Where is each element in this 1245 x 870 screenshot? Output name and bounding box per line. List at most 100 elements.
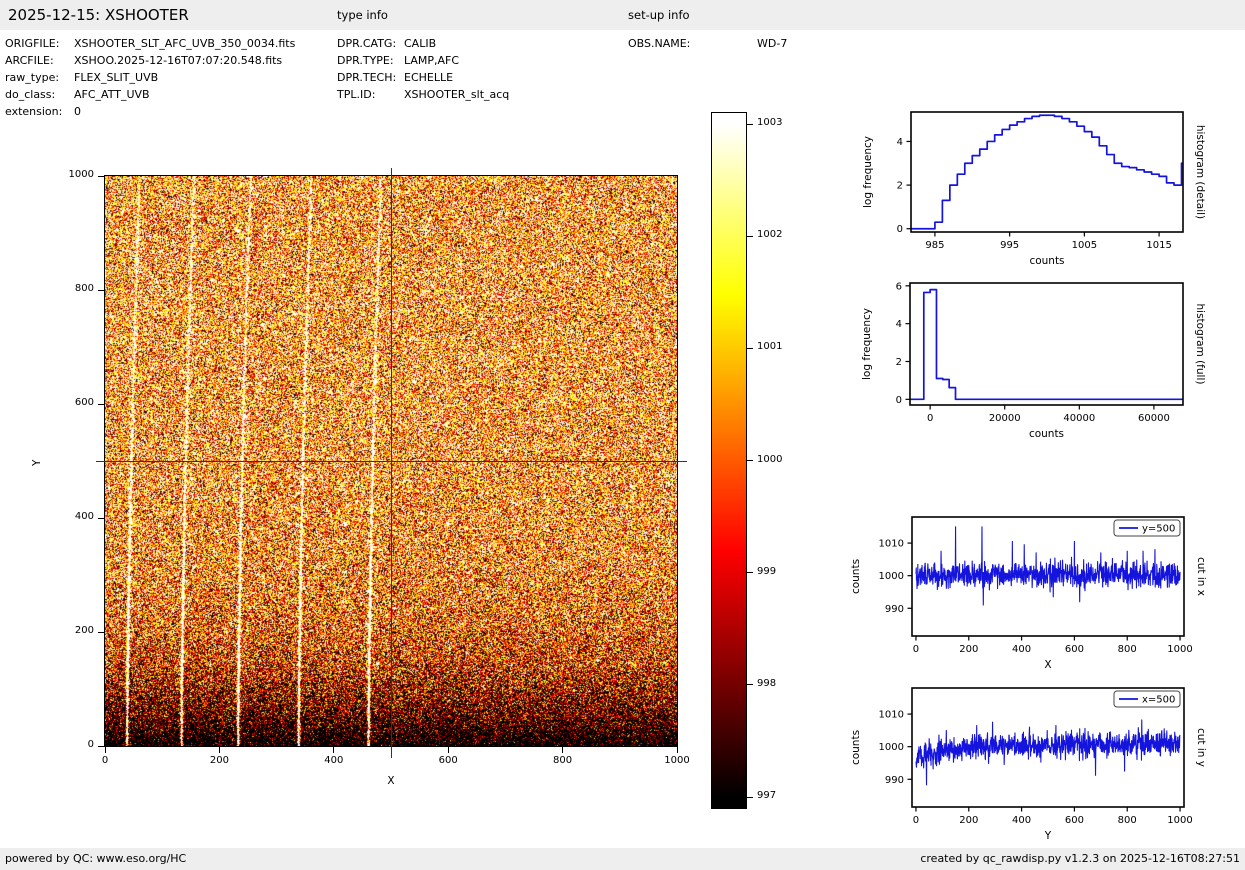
- svg-text:cut in y: cut in y: [1195, 728, 1207, 767]
- svg-text:600: 600: [1065, 644, 1084, 655]
- main-y-tick: [98, 632, 104, 633]
- svg-text:20000: 20000: [989, 413, 1021, 424]
- metadata-label: raw_type:: [5, 69, 59, 86]
- svg-text:200: 200: [959, 815, 978, 826]
- section-header-setup-info: set-up info: [628, 0, 690, 30]
- colorbar: [711, 112, 747, 809]
- svg-text:Y: Y: [1044, 830, 1052, 842]
- metadata-value: XSHOO.2025-12-16T07:07:20.548.fits: [74, 52, 282, 69]
- svg-text:600: 600: [1065, 815, 1084, 826]
- svg-text:200: 200: [959, 644, 978, 655]
- footer-bar: powered by QC: www.eso.org/HC created by…: [0, 848, 1245, 870]
- svg-text:1000: 1000: [879, 571, 904, 582]
- svg-text:1000: 1000: [1167, 815, 1192, 826]
- main-x-tick-label: 400: [314, 755, 354, 766]
- main-xaxis-label: X: [105, 775, 677, 787]
- section-header-type-info: type info: [337, 0, 388, 30]
- metadata-value: ECHELLE: [404, 69, 453, 86]
- main-y-tick: [98, 518, 104, 519]
- colorbar-tick: [747, 348, 753, 349]
- main-x-tick: [562, 747, 563, 753]
- main-x-tick-label: 0: [85, 755, 125, 766]
- svg-text:X: X: [1044, 659, 1051, 671]
- metadata-value: AFC_ATT_UVB: [74, 86, 150, 103]
- svg-text:histogram (full): histogram (full): [1194, 304, 1206, 385]
- svg-text:counts: counts: [850, 559, 862, 594]
- svg-text:800: 800: [1118, 815, 1137, 826]
- svg-text:995: 995: [1000, 240, 1019, 251]
- main-x-tick-label: 200: [199, 755, 239, 766]
- svg-text:1000: 1000: [1167, 644, 1192, 655]
- svg-text:0: 0: [913, 815, 919, 826]
- metadata-value: LAMP,AFC: [404, 52, 459, 69]
- svg-text:990: 990: [885, 604, 904, 615]
- colorbar-tick-label: 1002: [757, 229, 782, 240]
- svg-text:1015: 1015: [1146, 240, 1171, 251]
- metadata-value: WD-7: [757, 35, 787, 52]
- crosshair-vertical-line: [391, 168, 392, 758]
- metadata-value: CALIB: [404, 35, 436, 52]
- svg-text:0: 0: [927, 413, 933, 424]
- svg-text:1010: 1010: [879, 539, 904, 550]
- colorbar-tick-label: 1001: [757, 341, 782, 352]
- histogram-full-plot: 02000040000600000246countslog frequencyh…: [845, 272, 1245, 452]
- main-y-tick: [98, 404, 104, 405]
- svg-text:6: 6: [896, 281, 902, 292]
- svg-text:log frequency: log frequency: [862, 136, 874, 208]
- crosshair-horizontal-line: [96, 461, 687, 462]
- svg-text:1000: 1000: [879, 742, 904, 753]
- metadata-value: XSHOOTER_slt_acq: [404, 86, 509, 103]
- main-y-tick-label: 400: [58, 511, 94, 522]
- metadata-label: extension:: [5, 103, 62, 120]
- footer-powered-by: powered by QC: www.eso.org/HC: [5, 848, 186, 870]
- colorbar-tick-label: 1000: [757, 454, 782, 465]
- svg-text:985: 985: [925, 240, 944, 251]
- svg-text:400: 400: [1012, 815, 1031, 826]
- svg-text:0: 0: [897, 224, 903, 235]
- svg-text:counts: counts: [1029, 255, 1064, 267]
- svg-text:990: 990: [885, 775, 904, 786]
- main-y-tick-label: 800: [58, 283, 94, 294]
- svg-text:histogram (detail): histogram (detail): [1194, 125, 1206, 219]
- metadata-value: FLEX_SLIT_UVB: [74, 69, 158, 86]
- main-y-tick: [98, 176, 104, 177]
- colorbar-tick-label: 1003: [757, 117, 782, 128]
- metadata-label: TPL.ID:: [337, 86, 375, 103]
- metadata-label: ORIGFILE:: [5, 35, 59, 52]
- main-yaxis-label: Y: [31, 452, 43, 466]
- colorbar-tick: [747, 684, 753, 685]
- svg-text:2: 2: [897, 181, 903, 192]
- svg-text:x=500: x=500: [1142, 695, 1175, 706]
- colorbar-tick: [747, 460, 753, 461]
- header-bar: 2025-12-15: XSHOOTER type info set-up in…: [0, 0, 1245, 30]
- main-x-tick: [219, 747, 220, 753]
- colorbar-tick: [747, 124, 753, 125]
- svg-text:400: 400: [1012, 644, 1031, 655]
- metadata-label: OBS.NAME:: [628, 35, 690, 52]
- svg-text:0: 0: [913, 644, 919, 655]
- main-y-tick: [98, 290, 104, 291]
- qc-report-page: 2025-12-15: XSHOOTER type info set-up in…: [0, 0, 1245, 870]
- svg-text:counts: counts: [1029, 428, 1064, 440]
- svg-text:2: 2: [896, 357, 902, 368]
- svg-text:log frequency: log frequency: [861, 308, 873, 380]
- colorbar-tick-label: 999: [757, 566, 776, 577]
- metadata-label: ARCFILE:: [5, 52, 54, 69]
- svg-text:40000: 40000: [1063, 413, 1095, 424]
- svg-text:cut in x: cut in x: [1195, 557, 1207, 596]
- main-x-tick: [448, 747, 449, 753]
- metadata-value: 0: [74, 103, 81, 120]
- main-y-tick-label: 200: [58, 625, 94, 636]
- histogram-detail-plot: 98599510051015024countslog frequencyhist…: [845, 100, 1245, 280]
- metadata-label: DPR.CATG:: [337, 35, 396, 52]
- cut-in-x-plot: 0200400600800100099010001010Xcountscut i…: [845, 505, 1245, 685]
- cut-in-y-plot: 0200400600800100099010001010Ycountscut i…: [845, 676, 1245, 856]
- svg-text:1010: 1010: [879, 710, 904, 721]
- svg-text:60000: 60000: [1138, 413, 1170, 424]
- metadata-label: do_class:: [5, 86, 55, 103]
- svg-text:0: 0: [896, 395, 902, 406]
- svg-text:4: 4: [897, 137, 903, 148]
- colorbar-tick: [747, 236, 753, 237]
- colorbar-tick-label: 998: [757, 678, 776, 689]
- main-x-tick: [333, 747, 334, 753]
